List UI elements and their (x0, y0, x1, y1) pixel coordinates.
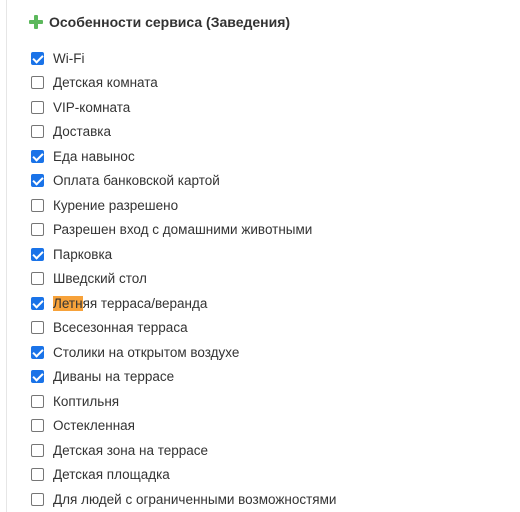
feature-checkbox[interactable] (31, 394, 44, 408)
feature-label[interactable]: Летняя терраса/веранда (53, 295, 207, 311)
feature-item[interactable]: Wi-Fi (31, 46, 336, 71)
feature-item[interactable]: Еда навынос (31, 144, 336, 169)
feature-item[interactable]: Детская зона на террасе (31, 438, 336, 463)
feature-item[interactable]: VIP-комната (31, 95, 336, 120)
feature-checkbox[interactable] (31, 198, 44, 212)
feature-label[interactable]: Оплата банковской картой (53, 173, 220, 188)
feature-checkbox[interactable] (31, 100, 44, 114)
feature-checkbox[interactable] (31, 272, 44, 286)
feature-checkbox[interactable] (31, 468, 44, 482)
panel-border (6, 0, 7, 512)
feature-item[interactable]: Для людей с ограниченными возможностями (31, 487, 336, 512)
feature-label[interactable]: Детская площадка (53, 467, 170, 482)
feature-label[interactable]: VIP-комната (53, 100, 130, 115)
feature-checkbox[interactable] (31, 321, 44, 335)
feature-checkbox[interactable] (31, 51, 44, 65)
feature-checkbox[interactable] (31, 223, 44, 237)
feature-checkbox[interactable] (31, 174, 44, 188)
feature-label[interactable]: Детская комната (53, 75, 158, 90)
feature-item[interactable]: Разрешен вход с домашними животными (31, 218, 336, 243)
feature-label[interactable]: Остекленная (53, 418, 135, 433)
feature-item[interactable]: Парковка (31, 242, 336, 267)
feature-label[interactable]: Парковка (53, 247, 112, 262)
section-title: Особенности сервиса (Заведения) (49, 14, 291, 30)
feature-item[interactable]: Остекленная (31, 414, 336, 439)
feature-label[interactable]: Всесезонная терраса (53, 320, 188, 335)
section-header[interactable]: Особенности сервиса (Заведения) (29, 11, 290, 33)
feature-label[interactable]: Столики на открытом воздухе (53, 345, 239, 360)
feature-label[interactable]: Диваны на террасе (53, 369, 174, 384)
feature-item[interactable]: Летняя терраса/веранда (31, 291, 336, 316)
feature-item[interactable]: Столики на открытом воздухе (31, 340, 336, 365)
search-highlight: Летн (53, 295, 83, 311)
feature-item[interactable]: Коптильня (31, 389, 336, 414)
feature-checkbox[interactable] (31, 247, 44, 261)
feature-item[interactable]: Курение разрешено (31, 193, 336, 218)
plus-icon[interactable] (29, 15, 43, 29)
feature-checkbox[interactable] (31, 419, 44, 433)
feature-checkbox[interactable] (31, 345, 44, 359)
feature-item[interactable]: Детская комната (31, 71, 336, 96)
feature-item[interactable]: Всесезонная терраса (31, 316, 336, 341)
feature-label[interactable]: Wi-Fi (53, 51, 84, 66)
feature-item[interactable]: Оплата банковской картой (31, 169, 336, 194)
feature-label[interactable]: Курение разрешено (53, 198, 178, 213)
feature-label[interactable]: Коптильня (53, 394, 119, 409)
feature-checkbox[interactable] (31, 76, 44, 90)
feature-checkbox[interactable] (31, 149, 44, 163)
feature-label[interactable]: Для людей с ограниченными возможностями (53, 492, 336, 507)
feature-label[interactable]: Шведский стол (53, 271, 147, 286)
feature-item[interactable]: Детская площадка (31, 463, 336, 488)
feature-checkbox[interactable] (31, 443, 44, 457)
feature-label[interactable]: Детская зона на террасе (53, 443, 208, 458)
feature-label[interactable]: Разрешен вход с домашними животными (53, 222, 312, 237)
feature-checkbox[interactable] (31, 370, 44, 384)
feature-checkbox[interactable] (31, 296, 44, 310)
feature-label[interactable]: Еда навынос (53, 149, 135, 164)
feature-item[interactable]: Диваны на террасе (31, 365, 336, 390)
feature-checkbox-list: Wi-Fi Детская комната VIP-комната Доставка Е… (31, 46, 336, 512)
feature-item[interactable]: Шведский стол (31, 267, 336, 292)
feature-label[interactable]: Доставка (53, 124, 111, 139)
feature-checkbox[interactable] (31, 125, 44, 139)
feature-item[interactable]: Доставка (31, 120, 336, 145)
feature-checkbox[interactable] (31, 492, 44, 506)
